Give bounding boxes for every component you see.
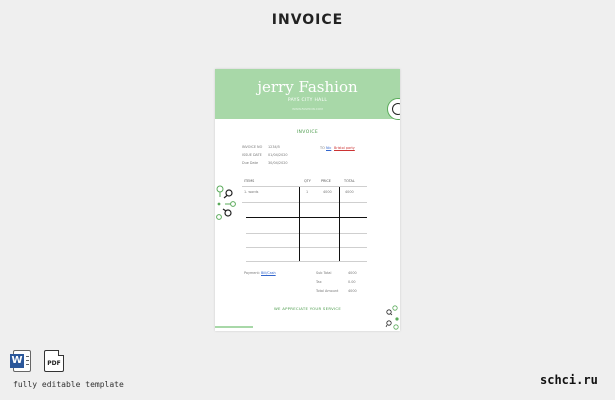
brand-subtitle: PAYS CITY HALL [287, 98, 328, 103]
footer-accent-bar [215, 326, 253, 328]
bill-to-name-link[interactable]: Nic [326, 146, 331, 150]
table-row-rule [246, 247, 367, 248]
total-amount-label: Total Amount [316, 289, 339, 293]
pdf-doc-icon: PDF [44, 350, 64, 372]
col-header-items: ITEMS [244, 179, 255, 183]
page-heading: INVOICE [271, 12, 344, 28]
payment-label: Payment: [244, 271, 260, 275]
meta-value-invoice-no: 1234/5 [268, 145, 280, 149]
brand-tagline: WWW.FASHION.COM [292, 107, 323, 111]
table-row-rule [246, 261, 367, 262]
tax-label: Tax [316, 280, 322, 284]
invoice-banner: jerry Fashion PAYS CITY HALL WWW.FASHION… [215, 69, 400, 119]
template-caption: fully editable template [13, 380, 124, 389]
total-amount-value: 4000 [348, 289, 357, 293]
meta-label-issue-date: ISSUE DATE [242, 153, 262, 157]
pdf-label: PDF [47, 360, 61, 367]
subtotal-value: 4000 [348, 271, 357, 275]
invoice-preview[interactable]: jerry Fashion PAYS CITY HALL WWW.FASHION… [215, 69, 400, 331]
table-grid-line [299, 187, 300, 261]
table-row-rule [242, 202, 367, 203]
meta-label-invoice-no: INVOICE NO [242, 145, 263, 149]
row-total: 4000 [345, 190, 354, 194]
meta-label-due-date: Due Date [242, 161, 259, 165]
table-row-rule [246, 233, 367, 234]
decorative-key-icon [216, 185, 236, 220]
col-header-qty: QTY [304, 179, 311, 183]
col-header-total: TOTAL [344, 179, 355, 183]
row-price: 4000 [323, 190, 332, 194]
subtotal-label: Sub Total [316, 271, 332, 275]
row-qty: 1 [306, 190, 309, 194]
word-doc-icon: W [10, 350, 31, 372]
meta-value-issue-date: 01/04/2020 [268, 153, 288, 157]
bill-to-label: TO [320, 146, 325, 150]
decorative-ring-inner-icon [392, 103, 400, 115]
table-header-rule [242, 186, 367, 187]
tax-value: 0.00 [348, 280, 356, 284]
col-header-price: PRICE [321, 179, 331, 183]
table-grid-line [339, 187, 340, 261]
meta-value-due-date: 30/04/2020 [268, 161, 288, 165]
bill-to-company-link[interactable]: Bristol party [334, 146, 355, 150]
brand-name: jerry Fashion [257, 78, 358, 96]
row-item: 1. words [244, 190, 259, 194]
table-grid-line [246, 217, 367, 218]
invoice-doc-title: INVOICE [296, 130, 319, 135]
decorative-nodes-icon [385, 305, 399, 330]
payment-value[interactable]: Bill/Cash [261, 271, 276, 275]
thanks-message: WE APPRECIATE YOUR SERVICE [273, 306, 342, 311]
site-watermark: schci.ru [540, 373, 598, 387]
